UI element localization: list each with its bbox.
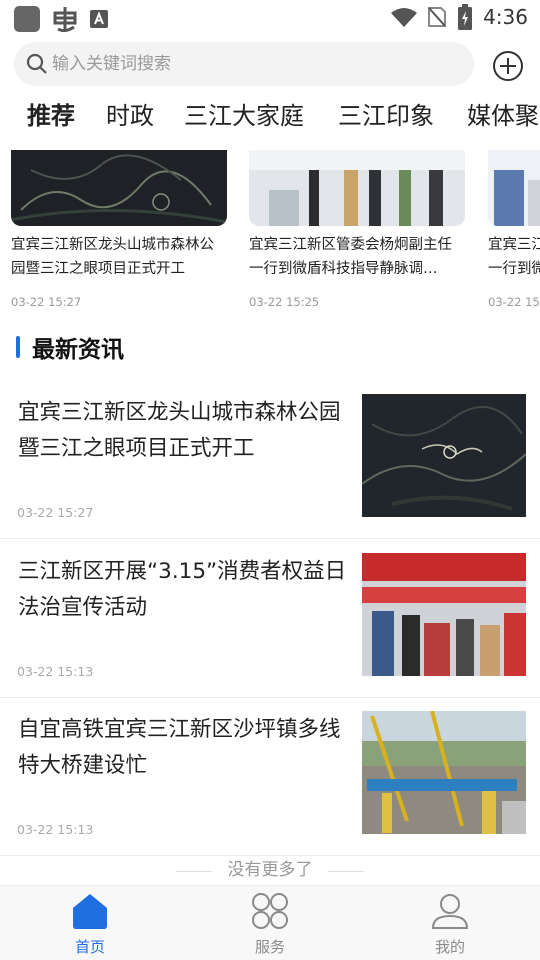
news-thumbnail <box>362 553 526 676</box>
search-input[interactable] <box>52 42 452 86</box>
nav-home[interactable]: 首页 <box>40 892 140 957</box>
tab-media-focus[interactable]: 媒体聚焦 <box>467 96 540 136</box>
clock: 4:36 <box>483 5 528 29</box>
carousel-card[interactable]: 宜宾三江新区管委会杨炯副主任一行到微盾科技指导静脉调… 03-22 15:25 <box>249 150 465 309</box>
bug-icon <box>53 7 77 33</box>
no-more-indicator: 没有更多了 <box>0 856 540 884</box>
featured-carousel: 宜宾三江新区龙头山城市森林公园暨三江之眼项目正式开工 03-22 15:27 宜… <box>0 150 540 310</box>
nav-service-label: 服务 <box>254 938 285 956</box>
category-tabs: 推荐 时政 三江大家庭 三江印象 媒体聚焦 <box>0 96 540 140</box>
section-header: 最新资讯 <box>16 332 124 363</box>
section-title: 最新资讯 <box>32 337 124 363</box>
bottom-nav: 首页 服务 我的 <box>0 885 540 960</box>
news-thumbnail <box>362 394 526 517</box>
tab-recommend[interactable]: 推荐 <box>27 96 75 136</box>
card-title: 宜宾三江新区管委会杨炯副主任一行到微盾科技指导静脉调研 <box>488 237 540 277</box>
news-time: 03-22 15:13 <box>17 664 94 679</box>
news-title: 三江新区开展“3.15”消费者权益日法治宣传活动 <box>18 559 347 620</box>
search-icon <box>26 53 47 74</box>
carousel-card[interactable]: 宜宾三江新区管委会杨炯副主任一行到微盾科技指导静脉调研 03-22 15:25 <box>488 150 540 309</box>
add-button[interactable] <box>492 50 524 82</box>
card-image <box>249 150 465 226</box>
grid-icon <box>252 893 288 929</box>
news-item[interactable]: 自宜高铁宜宾三江新区沙坪镇多线特大桥建设忙 03-22 15:13 <box>0 698 540 856</box>
tab-politics[interactable]: 时政 <box>106 96 154 136</box>
news-title: 自宜高铁宜宾三江新区沙坪镇多线特大桥建设忙 <box>18 717 341 778</box>
no-signal-icon <box>428 7 447 27</box>
nav-profile-label: 我的 <box>434 938 465 956</box>
nav-home-label: 首页 <box>74 938 105 956</box>
card-title: 宜宾三江新区龙头山城市森林公园暨三江之眼项目正式开工 <box>11 237 214 277</box>
card-image <box>11 150 227 226</box>
tab-sanjiang-impression[interactable]: 三江印象 <box>338 96 434 136</box>
search-row <box>14 42 526 88</box>
wifi-icon <box>391 8 418 27</box>
status-bar: 4:36 <box>0 0 540 36</box>
battery-charging-icon <box>458 4 473 30</box>
nav-profile[interactable]: 我的 <box>400 892 500 957</box>
user-icon <box>431 894 469 929</box>
news-item[interactable]: 三江新区开展“3.15”消费者权益日法治宣传活动 03-22 15:13 <box>0 540 540 698</box>
news-item[interactable]: 宜宾三江新区龙头山城市森林公园暨三江之眼项目正式开工 03-22 15:27 <box>0 381 540 539</box>
card-image <box>488 150 540 226</box>
search-box[interactable] <box>14 42 474 86</box>
card-time: 03-22 15:25 <box>249 295 320 309</box>
footer-divider-left <box>176 871 212 872</box>
font-a-icon <box>90 10 108 28</box>
carousel-card[interactable]: 宜宾三江新区龙头山城市森林公园暨三江之眼项目正式开工 03-22 15:27 <box>11 150 227 309</box>
section-accent-bar <box>16 336 20 358</box>
card-title: 宜宾三江新区管委会杨炯副主任一行到微盾科技指导静脉调… <box>249 237 452 277</box>
home-icon <box>73 894 107 929</box>
app-notification-icon <box>14 6 40 32</box>
no-more-text: 没有更多了 <box>227 860 313 880</box>
card-time: 03-22 15:25 <box>488 295 540 309</box>
card-time: 03-22 15:27 <box>11 295 82 309</box>
nav-service[interactable]: 服务 <box>220 892 320 957</box>
news-time: 03-22 15:27 <box>17 505 94 520</box>
news-time: 03-22 15:13 <box>17 822 94 837</box>
news-thumbnail <box>362 711 526 834</box>
news-title: 宜宾三江新区龙头山城市森林公园暨三江之眼项目正式开工 <box>18 400 341 461</box>
tab-sanjiang-family[interactable]: 三江大家庭 <box>184 96 304 136</box>
footer-divider-right <box>328 871 364 872</box>
